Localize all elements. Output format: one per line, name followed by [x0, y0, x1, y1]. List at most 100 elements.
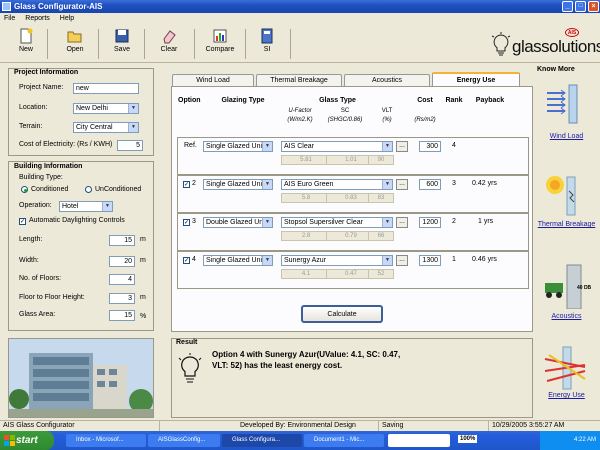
col-glass-header: Glass Type [319, 97, 356, 104]
window-title: Glass Configurator-AIS [14, 2, 103, 11]
save-button[interactable]: Save [104, 28, 140, 60]
glazing-type-select[interactable]: Single Glazed Unit [203, 141, 273, 152]
length-unit: m [140, 236, 146, 243]
lightbulb-logo-icon [491, 32, 511, 56]
row-option-label: Ref. [184, 142, 197, 149]
maximize-button[interactable]: □ [575, 1, 586, 12]
lightbulb-icon [178, 353, 202, 383]
payback-value: 0.42 yrs [472, 180, 497, 187]
close-button[interactable]: × [588, 1, 599, 12]
project-name-input[interactable]: new [73, 83, 139, 94]
browse-glass-button[interactable]: ... [396, 179, 408, 190]
option-checkbox[interactable]: ✓ [183, 257, 190, 264]
know-more-wind-load-link[interactable]: Wind Load [533, 133, 600, 140]
cost-input[interactable]: 1300 [419, 255, 441, 266]
toolbar-separator [194, 29, 195, 59]
browse-glass-button[interactable]: ... [396, 255, 408, 266]
know-more-thermal-breakage-link[interactable]: Thermal Breakage [533, 221, 600, 228]
length-input[interactable]: 15 [109, 235, 135, 246]
result-panel: Result Option 4 with Sunergy Azur(UValue… [171, 338, 533, 418]
daylighting-checkbox[interactable]: ✓ [19, 218, 26, 225]
taskbar-item-document1[interactable]: Document1 - Mic... [304, 434, 384, 447]
unconditioned-radio[interactable] [85, 186, 92, 193]
cost-electricity-label: Cost of Electricity: (Rs / KWH) [19, 141, 113, 148]
save-disk-icon [115, 29, 129, 43]
building-photo [8, 338, 154, 418]
know-more-energy-use-link[interactable]: Energy Use [533, 392, 600, 399]
tab-acoustics[interactable]: Acoustics [344, 74, 430, 86]
toolbar-separator [98, 29, 99, 59]
building-image [9, 339, 153, 417]
open-button[interactable]: Open [57, 28, 93, 60]
compare-button[interactable]: Compare [200, 28, 240, 60]
glass-area-input[interactable]: 15 [109, 310, 135, 321]
location-select[interactable]: New Delhi [73, 103, 139, 114]
new-button[interactable]: New [8, 28, 44, 60]
ufactor-unit: (W/m2.K) [287, 117, 313, 123]
menu-reports[interactable]: Reports [25, 15, 50, 22]
minimize-button[interactable]: _ [562, 1, 573, 12]
conditioned-radio[interactable] [21, 186, 28, 193]
glass-type-select[interactable]: Sunergy Azur [281, 255, 393, 266]
compare-label: Compare [205, 46, 235, 53]
glazing-type-select[interactable]: Single Glazed Unit [203, 179, 273, 190]
know-more-panel: Know More Wind Load Thermal Breakage 40 … [533, 63, 600, 416]
acoustic-db-badge: 40 DB [577, 285, 592, 291]
save-label: Save [114, 46, 130, 53]
ufactor-value: 5.8 [281, 193, 331, 203]
browse-glass-button[interactable]: ... [396, 217, 408, 228]
know-more-acoustics-link[interactable]: Acoustics [533, 313, 600, 320]
unconditioned-label: UnConditioned [95, 186, 142, 193]
glass-type-select[interactable]: AIS Clear [281, 141, 393, 152]
rank-value: 1 [452, 256, 456, 263]
si-label: SI [263, 46, 271, 53]
browse-glass-button[interactable]: ... [396, 141, 408, 152]
tab-energy-use[interactable]: Energy Use [432, 72, 520, 87]
tab-wind-load[interactable]: Wind Load [172, 74, 254, 86]
ufactor-value: 4.1 [281, 269, 331, 279]
taskbar-clock: 4:22 AM [573, 437, 596, 443]
clear-button[interactable]: Clear [151, 28, 187, 60]
length-label: Length: [19, 236, 43, 243]
glazing-type-select[interactable]: Single Glazed Unit [203, 255, 273, 266]
calculate-button[interactable]: Calculate [301, 305, 383, 323]
app-icon [2, 2, 11, 11]
cost-electricity-input[interactable]: 5 [117, 140, 143, 151]
taskbar-item-glass-configurator[interactable]: Glass Configura... [222, 434, 302, 447]
menu-file[interactable]: File [4, 15, 15, 22]
floor-height-input[interactable]: 3 [109, 293, 135, 304]
floors-input[interactable]: 4 [109, 274, 135, 285]
brand-logo: AIS glassolutions [482, 28, 600, 60]
taskbar-item-aisglassconfig[interactable]: AISGlassConfig... [148, 434, 220, 447]
project-name-label: Project Name: [19, 84, 64, 91]
cost-input[interactable]: 600 [419, 179, 441, 190]
terrain-select[interactable]: City Central [73, 122, 139, 133]
location-label: Location: [19, 104, 48, 111]
glazing-type-select[interactable]: Double Glazed Unit [203, 217, 273, 228]
si-units-button[interactable]: SI [249, 28, 285, 60]
result-title: Result [176, 339, 198, 346]
cost-input[interactable]: 1200 [419, 217, 441, 228]
option-checkbox[interactable]: ✓ [183, 181, 190, 188]
cost-input[interactable]: 300 [419, 141, 441, 152]
col-payback-header: Payback [475, 97, 505, 104]
col-option-header: Option [178, 97, 201, 104]
width-input[interactable]: 20 [109, 256, 135, 267]
building-type-label: Building Type: [19, 174, 63, 181]
taskbar-item-inbox[interactable]: Inbox - Microsof... [66, 434, 146, 447]
project-information-panel: Project Information Project Name: new Lo… [8, 68, 154, 156]
operation-select[interactable]: Hotel [59, 201, 113, 212]
row-option-label: 3 [192, 218, 196, 225]
glass-type-select[interactable]: AIS Euro Green [281, 179, 393, 190]
menu-help[interactable]: Help [60, 15, 74, 22]
glass-type-select[interactable]: Stopsol Supersilver Clear [281, 217, 393, 228]
new-document-icon [20, 28, 33, 44]
google-search-box[interactable] [388, 434, 450, 447]
vlt-value: 90 [368, 155, 394, 165]
width-label: Width: [19, 257, 39, 264]
floor-height-unit: m [140, 294, 146, 301]
option-checkbox[interactable]: ✓ [183, 219, 190, 226]
tab-thermal-breakage[interactable]: Thermal Breakage [256, 74, 342, 86]
table-row-ref: Ref. Single Glazed Unit AIS Clear ... 30… [177, 137, 529, 175]
ufactor-value: 5.81 [281, 155, 331, 165]
